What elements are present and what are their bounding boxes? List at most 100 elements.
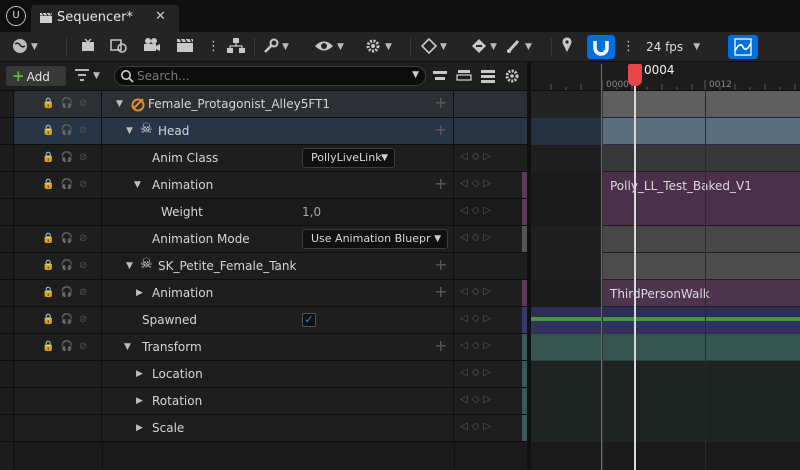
row-state-icons[interactable]: 🔒🎧⊘: [42, 98, 93, 109]
row-state-icons[interactable]: 🔒🎧⊘: [42, 287, 93, 298]
expand-arrow-icon[interactable]: ▼: [124, 342, 131, 352]
key-navigation-icons[interactable]: ◁◇▷: [460, 367, 495, 378]
timeline-row: [531, 253, 800, 280]
world-dropdown[interactable]: ▼: [12, 37, 38, 57]
hierarchy-icon[interactable]: [226, 37, 246, 57]
timeline-row: ThirdPersonWalk: [531, 280, 800, 307]
collapse-arrow-icon[interactable]: ▶: [136, 423, 143, 433]
add-icon[interactable]: +: [434, 120, 447, 139]
row-state-icons[interactable]: 🔒🎧⊘: [42, 260, 93, 271]
transform-section[interactable]: [531, 334, 800, 360]
settings-gear-icon[interactable]: [504, 68, 520, 84]
expand-rows-icon[interactable]: [456, 68, 472, 84]
chevron-down-icon[interactable]: ▼: [412, 70, 419, 80]
row-state-icons[interactable]: 🔒🎧⊘: [42, 314, 93, 325]
track-row-animation[interactable]: 🔒🎧⊘ ▼ Animation + ◁◇▷: [0, 172, 527, 199]
timeline-track-area[interactable]: Polly_LL_Test_Baked_V1 ThirdPersonWalk: [531, 91, 800, 470]
collapse-rows-icon[interactable]: [432, 68, 448, 84]
key-navigation-icons[interactable]: ◁◇▷: [460, 205, 495, 216]
expand-arrow-icon[interactable]: ▼: [134, 180, 141, 190]
spawned-checkbox[interactable]: ✓: [302, 313, 316, 327]
track-row-skeletal-mesh[interactable]: 🔒🎧⊘ ▼ ☠ SK_Petite_Female_Tank +: [0, 253, 527, 280]
add-icon[interactable]: +: [434, 255, 447, 274]
add-icon[interactable]: +: [434, 336, 447, 355]
animation-mode-dropdown[interactable]: Use Animation Bluepr ▼: [302, 229, 448, 249]
framerate-dropdown[interactable]: 24 fps ▼: [646, 37, 700, 57]
collapse-arrow-icon[interactable]: ▶: [136, 369, 143, 379]
paint-dropdown[interactable]: ▼: [506, 37, 532, 57]
curve-editor-toggle[interactable]: [728, 35, 758, 59]
track-row-scale[interactable]: ▶ Scale ◁◇▷: [0, 415, 527, 442]
fps-label: 24 fps: [646, 40, 684, 54]
key-navigation-icons[interactable]: ◁◇▷: [460, 178, 495, 189]
anim-class-dropdown[interactable]: PollyLiveLink ▼: [302, 148, 395, 168]
snap-options-icon[interactable]: ⋮: [622, 37, 635, 57]
property-row-anim-class[interactable]: 🔒🎧⊘ Anim Class PollyLiveLink ▼ ◁◇▷: [0, 145, 527, 172]
playhead-handle[interactable]: [628, 64, 642, 86]
property-row-weight[interactable]: Weight 1,0 ◁◇▷: [0, 199, 527, 226]
row-state-icons[interactable]: 🔒🎧⊘: [42, 341, 93, 352]
add-track-button[interactable]: + Add: [6, 66, 66, 86]
collapse-arrow-icon[interactable]: ▶: [136, 288, 143, 298]
list-view-icon[interactable]: [480, 68, 496, 84]
key-navigation-icons[interactable]: ◁◇▷: [460, 313, 495, 324]
wrench-dropdown[interactable]: ▼: [263, 37, 289, 57]
clapperboard-icon[interactable]: [176, 37, 194, 57]
search-box[interactable]: ▼: [114, 66, 426, 86]
expand-arrow-icon[interactable]: ▼: [126, 261, 133, 271]
row-state-icons[interactable]: 🔒🎧⊘: [42, 179, 93, 190]
track-row-animation[interactable]: 🔒🎧⊘ ▶ Animation + ◁◇▷: [0, 280, 527, 307]
track-label: Female_Protagonist_Alley5FT1: [148, 97, 330, 111]
property-row-animation-mode[interactable]: 🔒🎧⊘ Animation Mode Use Animation Bluepr ▼…: [0, 226, 527, 253]
collapse-arrow-icon[interactable]: ▶: [136, 396, 143, 406]
expand-arrow-icon[interactable]: ▼: [126, 126, 133, 136]
row-state-icons[interactable]: 🔒🎧⊘: [42, 233, 93, 244]
unreal-logo-icon[interactable]: U: [6, 6, 26, 26]
tab-sequencer[interactable]: Sequencer* ✕: [31, 5, 179, 32]
spawn-track-row[interactable]: [531, 307, 800, 334]
track-row-actor[interactable]: 🔒🎧⊘ ▼ Female_Protagonist_Alley5FT1 +: [0, 91, 527, 118]
add-icon[interactable]: +: [434, 174, 447, 193]
key-navigation-icons[interactable]: ◁◇▷: [460, 421, 495, 432]
row-state-icons[interactable]: 🔒🎧⊘: [42, 152, 93, 163]
head-section-bar[interactable]: [602, 118, 800, 144]
close-icon[interactable]: ✕: [155, 9, 166, 24]
search-icon: [121, 70, 134, 83]
key-navigation-icons[interactable]: ◁◇▷: [460, 394, 495, 405]
key-navigation-icons[interactable]: ◁◇▷: [460, 340, 495, 351]
track-label: Animation: [152, 178, 214, 192]
track-row-location[interactable]: ▶ Location ◁◇▷: [0, 361, 527, 388]
camera-cuts-icon[interactable]: [80, 37, 96, 57]
playback-start-marker[interactable]: [601, 64, 602, 470]
timeline-row: [531, 226, 800, 253]
outliner-empty-area: [0, 442, 527, 470]
render-movie-icon[interactable]: [110, 37, 128, 57]
track-row-rotation[interactable]: ▶ Rotation ◁◇▷: [0, 388, 527, 415]
key-navigation-icons[interactable]: ◁◇▷: [460, 286, 495, 297]
key-interpolation-dropdown[interactable]: ▼: [420, 37, 447, 57]
camera-icon[interactable]: [143, 37, 161, 57]
snap-toggle[interactable]: [587, 35, 615, 59]
track-row-transform[interactable]: 🔒🎧⊘ ▼ Transform + ◁◇▷: [0, 334, 527, 361]
add-icon[interactable]: +: [434, 282, 447, 301]
skeleton-icon: ☠: [140, 121, 153, 137]
track-label: Location: [152, 367, 203, 381]
key-navigation-icons[interactable]: ◁◇▷: [460, 151, 495, 162]
plus-icon: +: [12, 67, 25, 85]
row-state-icons[interactable]: 🔒🎧⊘: [42, 125, 93, 136]
key-auto-dropdown[interactable]: ▼: [471, 37, 497, 57]
track-row-spawned[interactable]: 🔒🎧⊘ Spawned ✓ ◁◇▷: [0, 307, 527, 334]
view-options-dropdown[interactable]: ▼: [314, 37, 344, 57]
location-pin-icon[interactable]: [561, 37, 573, 57]
playback-options-dropdown[interactable]: ▼: [364, 37, 392, 57]
playhead-line[interactable]: [634, 64, 636, 470]
key-navigation-icons[interactable]: ◁◇▷: [460, 232, 495, 243]
more-options-icon[interactable]: ⋮: [207, 37, 220, 57]
track-row-head[interactable]: 🔒🎧⊘ ▼ ☠ Head +: [0, 118, 527, 145]
add-icon[interactable]: +: [434, 93, 447, 112]
actor-section-bar[interactable]: [602, 91, 800, 117]
weight-value[interactable]: 1,0: [302, 205, 321, 219]
filter-button[interactable]: ▼: [74, 66, 110, 86]
expand-arrow-icon[interactable]: ▼: [116, 99, 123, 109]
search-input[interactable]: [137, 68, 407, 84]
